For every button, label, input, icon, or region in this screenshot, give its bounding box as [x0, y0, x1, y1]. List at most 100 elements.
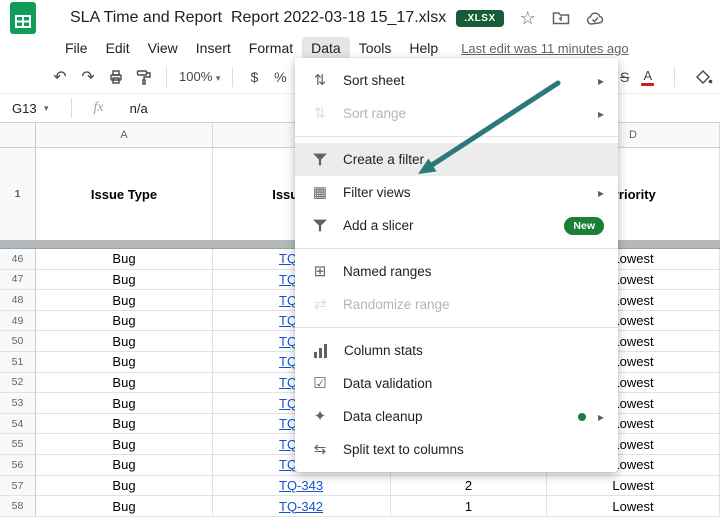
menu-item-label: Filter views [343, 185, 411, 200]
cell-priority[interactable]: Lowest [547, 476, 720, 497]
menubar-item-tools[interactable]: Tools [350, 37, 401, 59]
menu-item-label: Randomize range [343, 297, 450, 312]
cell-priority[interactable]: Lowest [547, 496, 720, 517]
menubar-item-view[interactable]: View [139, 37, 187, 59]
zoom-control[interactable]: 100% ▾ [179, 69, 220, 84]
issue-link[interactable]: TQ-342 [279, 499, 323, 514]
menu-item-split-text-to-columns[interactable]: ⇆Split text to columns [295, 433, 618, 466]
name-box[interactable]: G13 [0, 101, 44, 116]
table-row: 58Bug TQ-342 1Lowest [0, 496, 720, 517]
menubar-item-file[interactable]: File [56, 37, 97, 59]
row-number[interactable]: 47 [0, 270, 36, 291]
last-edit-link[interactable]: Last edit was 11 minutes ago [461, 41, 628, 56]
menu-divider [295, 248, 618, 249]
cell-issue-type[interactable]: Bug [36, 496, 213, 517]
row-number[interactable]: 48 [0, 290, 36, 311]
cell-count[interactable]: 1 [391, 496, 547, 517]
row-number[interactable]: 52 [0, 373, 36, 394]
row-number[interactable]: 53 [0, 393, 36, 414]
cell-issue-key[interactable]: TQ-342 [213, 496, 391, 517]
google-sheets-app: SLA Time and Report Report 2022-03-18 15… [0, 0, 720, 517]
submenu-arrow-icon: ▸ [598, 410, 604, 424]
menu-item-column-stats[interactable]: Column stats [295, 334, 618, 367]
row-number[interactable]: 54 [0, 414, 36, 435]
toolbar-right: S A [620, 60, 713, 94]
menubar-item-insert[interactable]: Insert [187, 37, 240, 59]
menu-item-filter-views[interactable]: ▦ Filter views ▸ [295, 176, 618, 209]
redo-icon[interactable]: ↷ [74, 67, 102, 87]
menu-item-add-a-slicer[interactable]: Add a slicerNew [295, 209, 618, 242]
row-number[interactable]: 55 [0, 434, 36, 455]
randomize-icon: ⇄ [311, 297, 329, 312]
cell-issue-type[interactable]: Bug [36, 290, 213, 311]
cell-issue-type[interactable]: Bug [36, 393, 213, 414]
strikethrough-button[interactable]: S [620, 69, 629, 85]
cell-issue-key[interactable]: TQ-343 [213, 476, 391, 497]
menu-item-label: Create a filter [343, 152, 424, 167]
text-color-button[interactable]: A [641, 69, 654, 86]
chevron-down-icon[interactable]: ▾ [44, 103, 49, 114]
zoom-value: 100% [179, 69, 212, 84]
row-number[interactable]: 56 [0, 455, 36, 476]
issue-link[interactable]: TQ-343 [279, 478, 323, 493]
cell-issue-type[interactable]: Bug [36, 476, 213, 497]
menu-item-label: Column stats [344, 343, 423, 358]
paint-format-icon[interactable] [136, 69, 152, 85]
cell-issue-type[interactable]: Bug [36, 373, 213, 394]
cell-issue-type[interactable]: Bug [36, 249, 213, 270]
chevron-down-icon: ▾ [216, 73, 221, 83]
menubar-item-edit[interactable]: Edit [97, 37, 139, 59]
filter-icon [313, 153, 327, 167]
formula-input[interactable]: n/a [130, 101, 148, 116]
star-icon[interactable]: ☆ [520, 9, 536, 27]
cell-issue-type[interactable]: Bug [36, 455, 213, 476]
toolbar-divider [674, 67, 675, 87]
menu-item-label: Split text to columns [343, 442, 464, 457]
row-number[interactable]: 49 [0, 311, 36, 332]
print-icon[interactable] [108, 69, 124, 85]
cell-issue-type[interactable]: Bug [36, 352, 213, 373]
menu-item-label: Data cleanup [343, 409, 423, 424]
menu-item-named-ranges[interactable]: ⊞Named ranges [295, 255, 618, 288]
document-title[interactable]: SLA Time and Report Report 2022-03-18 15… [70, 9, 446, 27]
menu-item-label: Add a slicer [343, 218, 414, 233]
cell-issue-type[interactable]: Bug [36, 270, 213, 291]
row-number[interactable]: 51 [0, 352, 36, 373]
move-folder-icon[interactable] [552, 10, 570, 26]
cell-issue-type[interactable]: Bug [36, 434, 213, 455]
menu-item-create-a-filter[interactable]: Create a filter [295, 143, 618, 176]
menu-item-randomize-range: ⇄ Randomize range [295, 288, 618, 321]
submenu-arrow-icon: ▸ [598, 186, 604, 200]
menubar-item-format[interactable]: Format [240, 37, 302, 59]
fill-color-icon[interactable] [695, 69, 713, 85]
header-cell-issue-type[interactable]: Issue Type [36, 148, 213, 240]
cloud-status-icon[interactable] [586, 11, 605, 26]
filter-views-icon: ▦ [311, 185, 329, 200]
cell-issue-type[interactable]: Bug [36, 311, 213, 332]
menu-item-label: Sort sheet [343, 73, 405, 88]
menu-item-sort-sheet[interactable]: ⇅Sort sheet▸ [295, 64, 618, 97]
sheets-logo-icon[interactable] [10, 2, 36, 34]
row-number[interactable]: 50 [0, 331, 36, 352]
row-number[interactable]: 58 [0, 496, 36, 517]
column-header-a[interactable]: A [36, 123, 213, 147]
undo-icon[interactable]: ↶ [46, 67, 74, 87]
menubar-items: FileEditViewInsertFormatDataToolsHelp [56, 37, 447, 59]
status-dot-icon [578, 413, 586, 421]
row-number[interactable]: 1 [0, 148, 36, 240]
select-all-corner[interactable] [0, 123, 36, 147]
format-percent-button[interactable]: % [267, 69, 293, 85]
cell-issue-type[interactable]: Bug [36, 414, 213, 435]
format-currency-button[interactable]: $ [241, 69, 267, 85]
cell-count[interactable]: 2 [391, 476, 547, 497]
menu-item-data-validation[interactable]: ☑Data validation [295, 367, 618, 400]
data-menu: ⇅Sort sheet▸⇅Sort range▸Create a filter▦… [295, 58, 618, 472]
formula-bar-divider [71, 98, 72, 118]
menubar-item-help[interactable]: Help [400, 37, 447, 59]
row-number[interactable]: 46 [0, 249, 36, 270]
menu-item-data-cleanup[interactable]: ✦Data cleanup▸ [295, 400, 618, 433]
menubar-item-data[interactable]: Data [302, 37, 350, 59]
fx-icon: fx [94, 100, 104, 116]
cell-issue-type[interactable]: Bug [36, 331, 213, 352]
row-number[interactable]: 57 [0, 476, 36, 497]
